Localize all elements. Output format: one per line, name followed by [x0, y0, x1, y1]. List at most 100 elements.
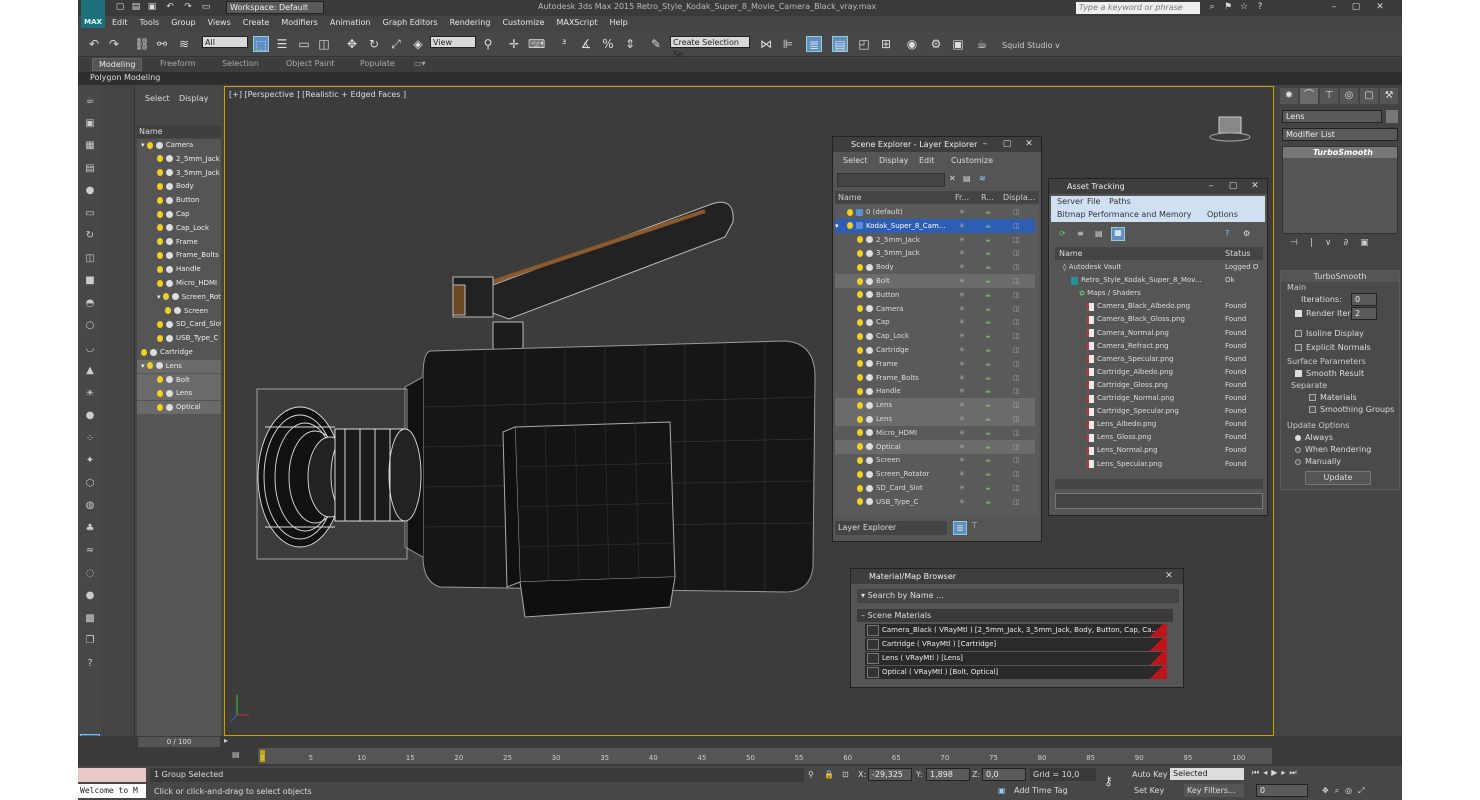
visibility-bulb-icon[interactable]: [857, 360, 863, 368]
sx-row[interactable]: Screen ✳ ☕ ◫: [835, 453, 1035, 467]
x-coord-field[interactable]: -29,325: [868, 768, 912, 781]
renderable-icon[interactable]: ☕: [985, 315, 991, 329]
list-view-icon[interactable]: ≡: [1077, 229, 1084, 238]
display-box-icon[interactable]: ◫: [1013, 453, 1020, 467]
menu-item-tools[interactable]: Tools: [134, 16, 166, 30]
visibility-bulb-icon[interactable]: [857, 484, 863, 492]
visibility-bulb-icon[interactable]: [857, 236, 863, 244]
display-box-icon[interactable]: ◫: [1013, 384, 1020, 398]
isoline-checkbox[interactable]: [1295, 330, 1302, 337]
renderable-icon[interactable]: ☕: [985, 233, 991, 247]
sx-row[interactable]: Frame_Bolts ✳ ☕ ◫: [835, 371, 1035, 385]
rotate-icon[interactable]: ↻: [366, 36, 382, 52]
copy-icon[interactable]: ❐: [82, 634, 98, 648]
smoothing-groups-row[interactable]: Smoothing Groups: [1309, 405, 1394, 414]
at-menu-server[interactable]: Server: [1057, 197, 1083, 206]
display-box-icon[interactable]: ◫: [1013, 371, 1020, 385]
visibility-bulb-icon[interactable]: [857, 318, 863, 326]
renderable-icon[interactable]: ☕: [985, 426, 991, 440]
save-icon[interactable]: ▣: [146, 2, 158, 13]
spinner-snap-icon[interactable]: ⇕: [622, 36, 638, 52]
ribbon-tab-modeling[interactable]: Modeling: [92, 58, 143, 71]
maxscript-listener[interactable]: [78, 768, 146, 782]
place-icon[interactable]: ◈: [410, 36, 426, 52]
display-box-icon[interactable]: ◫: [1013, 260, 1020, 274]
selection-filter-dropdown[interactable]: All: [202, 36, 248, 48]
named-selection-dropdown[interactable]: Create Selection Se: [670, 36, 750, 59]
explorer-display-menu[interactable]: Display: [179, 94, 209, 103]
sx-row[interactable]: Lens ✳ ☕ ◫: [835, 398, 1035, 413]
explorer-options-icon[interactable]: ▤: [963, 174, 971, 183]
visibility-bulb-icon[interactable]: [857, 498, 863, 506]
visibility-bulb-icon[interactable]: [141, 348, 147, 356]
scene-explorer-search[interactable]: [837, 173, 945, 187]
object-name-field[interactable]: Lens: [1282, 110, 1382, 123]
explorer-row[interactable]: Button: [137, 194, 221, 207]
display-box-icon[interactable]: ◫: [1013, 233, 1020, 247]
ribbon-options-icon[interactable]: ▭▾: [414, 59, 426, 68]
renderable-icon[interactable]: ☕: [985, 412, 991, 426]
materials-row[interactable]: Materials: [1309, 393, 1357, 402]
keyboard-shortcut-icon[interactable]: ⌨: [528, 36, 545, 52]
rectangular-selection-icon[interactable]: ▭: [296, 36, 312, 52]
freeze-icon[interactable]: ✳: [959, 440, 965, 454]
visibility-bulb-icon[interactable]: [157, 334, 163, 342]
help-icon[interactable]: ?: [1254, 2, 1266, 13]
rotate-icon[interactable]: ↻: [82, 229, 98, 243]
update-button[interactable]: Update: [1305, 471, 1371, 485]
sx-menu-select[interactable]: Select: [843, 156, 868, 165]
freeze-icon[interactable]: ✳: [959, 302, 965, 316]
explorer-row[interactable]: Micro_HDMI: [137, 277, 221, 290]
redo-icon[interactable]: ↷: [182, 2, 194, 13]
utilities-tab-icon[interactable]: ⚒: [1380, 88, 1398, 104]
display-box-icon[interactable]: ◫: [1013, 440, 1020, 454]
menu-item-help[interactable]: Help: [604, 16, 634, 30]
render-iters-spinner[interactable]: 2: [1351, 307, 1377, 320]
hair-icon[interactable]: ≈: [82, 544, 98, 558]
freeze-icon[interactable]: ✳: [959, 219, 965, 233]
layer-add-icon[interactable]: ≋: [979, 174, 986, 183]
smooth-result-checkbox[interactable]: [1295, 370, 1302, 377]
explorer-row[interactable]: Body: [137, 180, 221, 193]
abs-mode-icon[interactable]: ⊡: [842, 770, 849, 779]
visibility-bulb-icon[interactable]: [165, 307, 171, 315]
freeze-icon[interactable]: ✳: [959, 315, 965, 329]
freeze-icon[interactable]: ✳: [959, 412, 965, 426]
mesh-icon[interactable]: ⬡: [82, 477, 98, 491]
freeze-icon[interactable]: ✳: [959, 274, 965, 288]
asset-row[interactable]: Lens_Specular.png Found: [1055, 458, 1261, 471]
display-box-icon[interactable]: ◫: [1013, 302, 1020, 316]
sx-row[interactable]: Lens ✳ ☕ ◫: [835, 412, 1035, 426]
asset-row[interactable]: Lens_Normal.png Found: [1055, 444, 1261, 457]
search-icon[interactable]: ⌕: [1206, 2, 1218, 13]
display-box-icon[interactable]: ◫: [1013, 481, 1020, 495]
visibility-bulb-icon[interactable]: [857, 470, 863, 478]
curve-editor-icon[interactable]: ◰: [856, 36, 872, 52]
asset-path-field[interactable]: [1055, 493, 1263, 509]
explorer-row[interactable]: Screen: [137, 305, 221, 318]
curve-editor-mini-icon[interactable]: ▤: [232, 750, 240, 759]
hierarchy-tab-icon[interactable]: ⊤: [1320, 88, 1338, 104]
infocenter-icon[interactable]: ⚑: [1222, 2, 1234, 13]
manually-row[interactable]: Manually: [1295, 457, 1341, 466]
asset-row[interactable]: Camera_Normal.png Found: [1055, 327, 1261, 340]
renderable-icon[interactable]: ☕: [985, 384, 991, 398]
layer-explorer-icon[interactable]: ≣: [806, 36, 822, 52]
slider-next-icon[interactable]: ▸: [224, 736, 228, 745]
explorer-row[interactable]: Lens: [137, 387, 221, 401]
polygon-modeling-label[interactable]: Polygon Modeling: [90, 73, 160, 82]
current-frame-field[interactable]: 0: [1256, 784, 1308, 797]
mirror-icon[interactable]: ⋈: [758, 36, 774, 52]
asset-row[interactable]: Cartridge_Normal.png Found: [1055, 392, 1261, 405]
close-icon[interactable]: ✕: [1019, 137, 1039, 151]
search-input[interactable]: Type a keyword or phrase: [1076, 2, 1200, 14]
smoothing-groups-checkbox[interactable]: [1309, 406, 1316, 413]
reference-coordinate-dropdown[interactable]: View: [430, 36, 476, 48]
when-rendering-radio[interactable]: [1295, 446, 1301, 453]
sx-row[interactable]: Cap_Lock ✳ ☕ ◫: [835, 329, 1035, 343]
pin-icon[interactable]: ⚲: [808, 770, 814, 779]
sx-row[interactable]: Cartridge ✳ ☕ ◫: [835, 343, 1035, 357]
redo-icon[interactable]: ↷: [106, 36, 122, 52]
key-icon[interactable]: ⚷: [1104, 774, 1113, 788]
scene-materials-header[interactable]: – Scene Materials: [857, 609, 1173, 622]
